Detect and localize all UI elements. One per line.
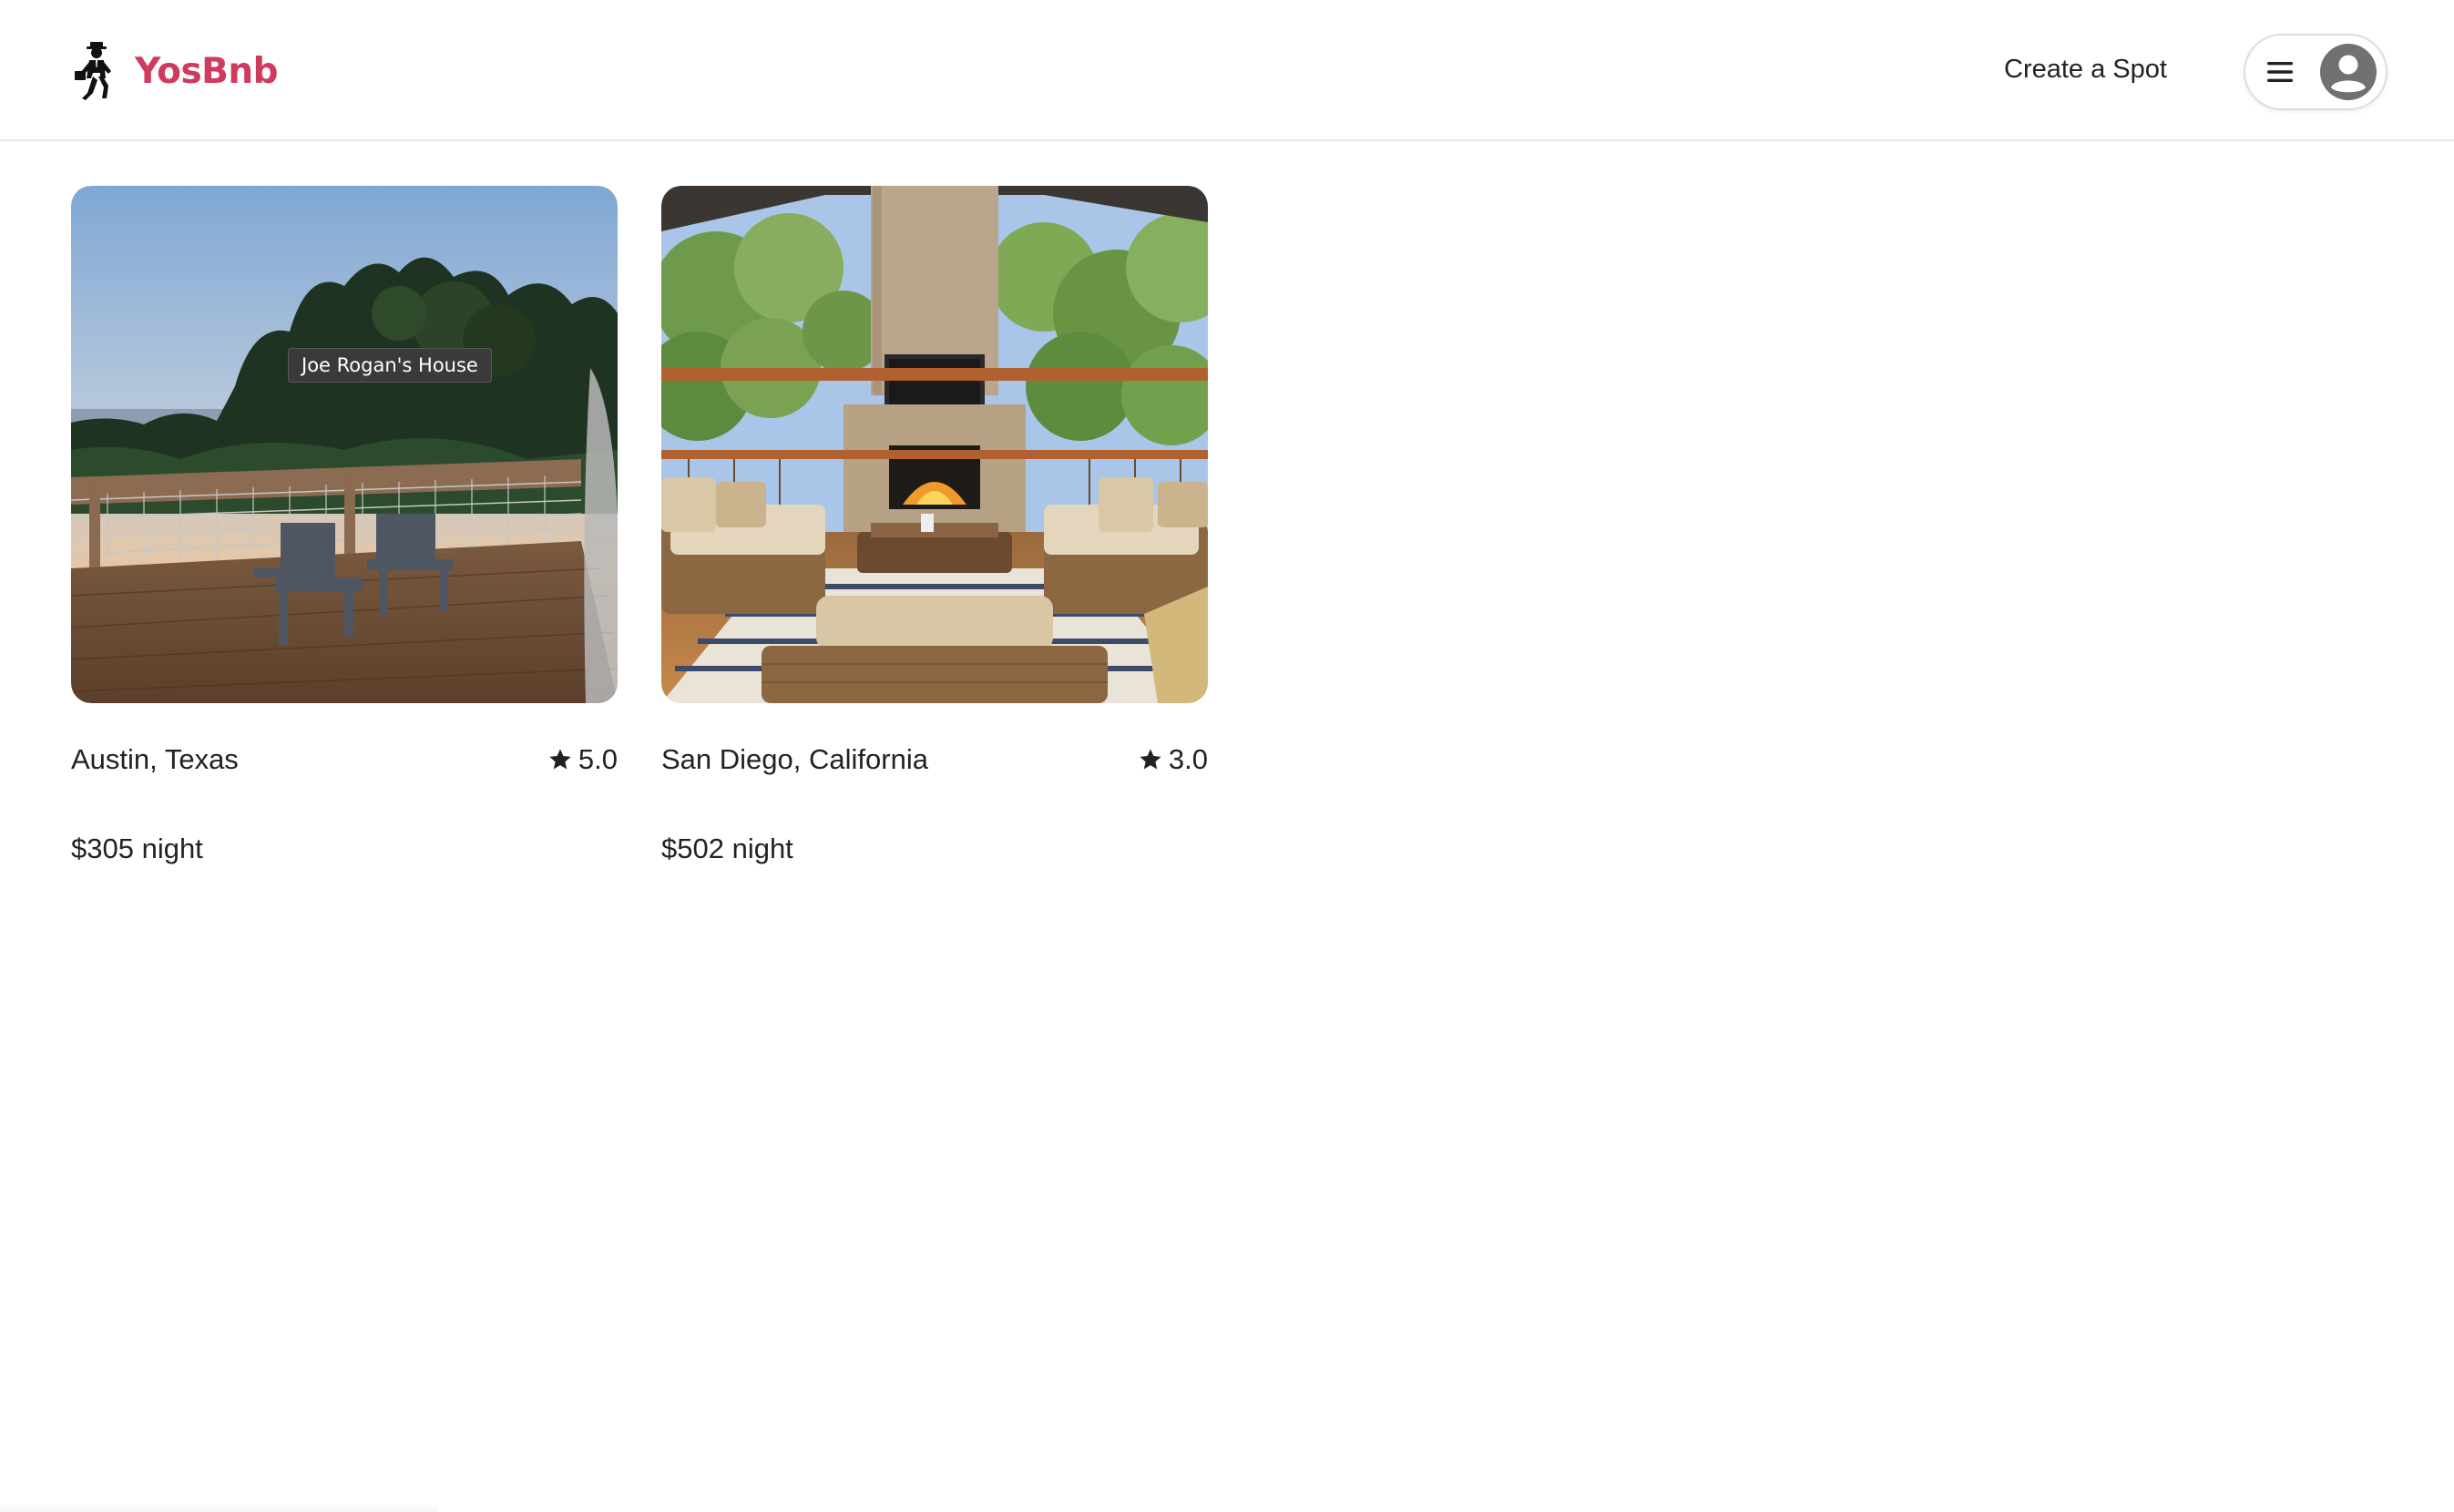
brand-name: YosBnb — [135, 50, 279, 92]
spot-rating: 3.0 — [1138, 743, 1208, 776]
spot-card[interactable]: Joe Rogan's House Austin, Texas 5.0 $305… — [71, 186, 618, 864]
spot-name-tooltip: Joe Rogan's House — [288, 348, 492, 383]
spot-rating-value: 5.0 — [578, 743, 618, 775]
hamburger-menu-icon — [2267, 62, 2293, 82]
spot-image[interactable] — [71, 186, 618, 703]
spot-location: Austin, Texas — [71, 743, 239, 775]
profile-menu-button[interactable] — [2244, 34, 2388, 110]
user-circle-icon — [2320, 44, 2377, 100]
home-logo-link[interactable]: YosBnb — [73, 40, 279, 102]
spot-card[interactable]: San Diego, California 3.0 $502 night — [661, 186, 1208, 864]
spot-image[interactable] — [661, 186, 1208, 703]
spot-rating: 5.0 — [547, 743, 618, 776]
spot-info-row: Austin, Texas 5.0 — [71, 743, 618, 776]
spot-price: $502 night — [661, 833, 793, 864]
bottom-edge-shadow — [0, 1503, 437, 1512]
spot-rating-value: 3.0 — [1168, 743, 1208, 775]
spot-price: $305 night — [71, 833, 203, 864]
spot-location: San Diego, California — [661, 743, 928, 775]
star-icon — [1140, 749, 1161, 770]
spot-info-row: San Diego, California 3.0 — [661, 743, 1208, 776]
walking-man-icon — [75, 42, 111, 100]
create-spot-link[interactable]: Create a Spot — [2004, 55, 2167, 85]
top-navigation-bar: YosBnb Create a Spot — [0, 0, 2454, 141]
star-icon — [549, 749, 571, 770]
